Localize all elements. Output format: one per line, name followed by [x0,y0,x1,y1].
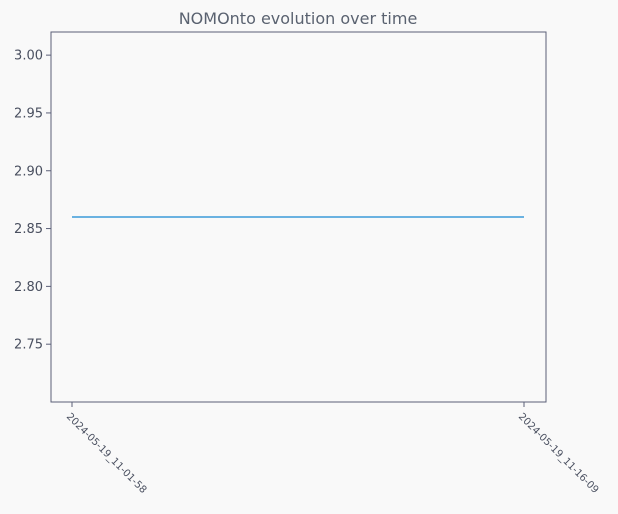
y-tick-label: 2.75 [14,338,43,353]
y-tick-label: 2.80 [14,280,43,295]
x-axis: 2024-05-19_11-01-58 2024-05-19_11-16-09 [64,402,601,496]
y-axis: 2.75 2.80 2.85 2.90 2.95 3.00 [14,49,51,353]
y-tick-label: 3.00 [14,49,43,64]
x-tick-label: 2024-05-19_11-16-09 [516,411,601,496]
chart-title: NOMOnto evolution over time [179,9,418,28]
x-tick-label: 2024-05-19_11-01-58 [64,411,149,496]
chart: NOMOnto evolution over time 2.75 2.80 2.85… [14,9,601,496]
y-tick-label: 2.85 [14,222,43,237]
y-tick-label: 2.90 [14,164,43,179]
y-tick-label: 2.95 [14,106,43,121]
